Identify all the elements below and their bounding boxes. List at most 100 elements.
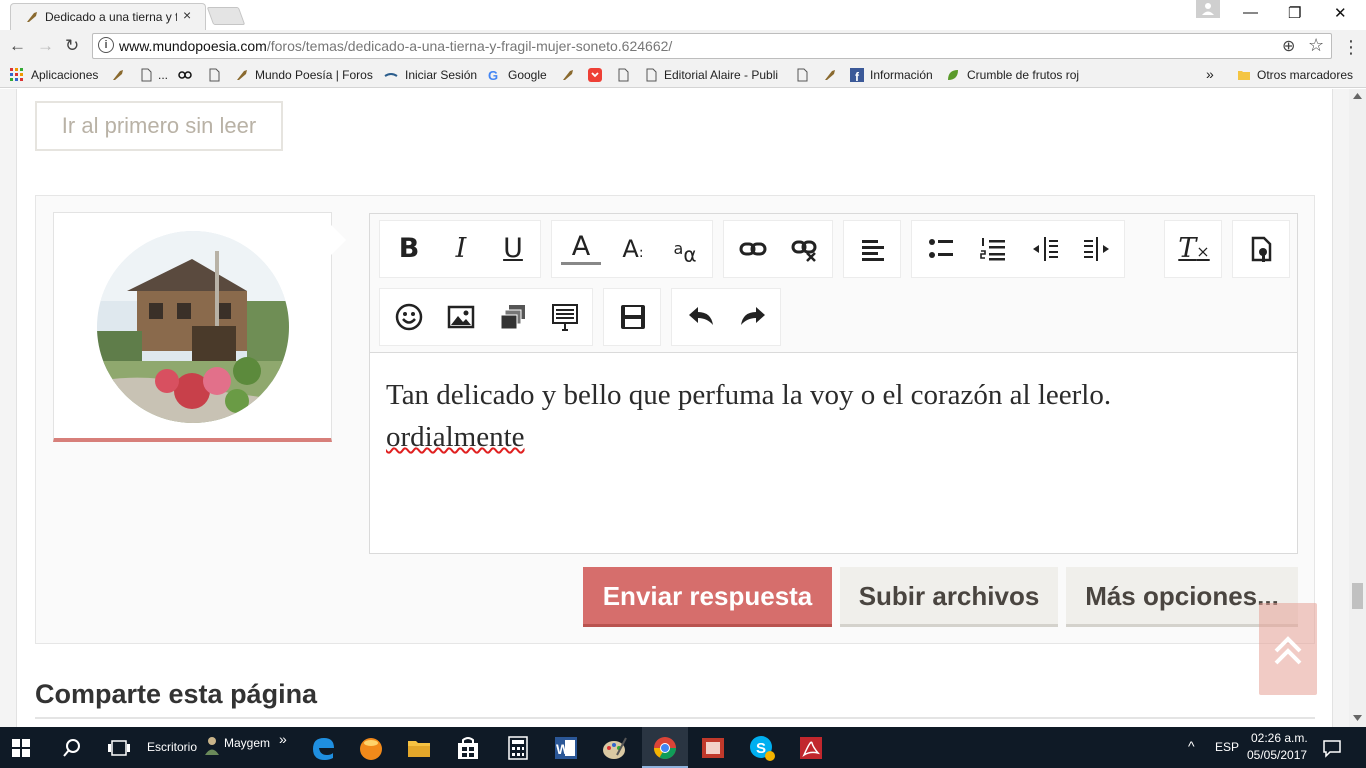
media-button[interactable] <box>493 297 533 337</box>
tab-close-icon[interactable]: × <box>183 7 191 23</box>
font-family-button[interactable]: aα <box>665 229 705 269</box>
restore-button[interactable]: ❐ <box>1288 4 1301 22</box>
bookmark-crumble[interactable]: Crumble de frutos roj <box>967 68 1083 82</box>
browser-tab-active[interactable]: Dedicado a una tierna y f × <box>10 3 206 30</box>
desktop-toolbar-label[interactable]: Escritorio <box>147 740 197 754</box>
numbered-list-button[interactable] <box>973 229 1013 269</box>
apps-grid-icon[interactable] <box>10 68 24 82</box>
font-color-button[interactable]: A <box>561 229 601 265</box>
windows-start-icon[interactable] <box>12 739 30 757</box>
login-bookmark-icon[interactable] <box>384 68 398 82</box>
reload-icon[interactable]: ↻ <box>65 36 79 56</box>
bold-button[interactable]: B <box>389 229 429 269</box>
tray-expand-icon[interactable]: ^ <box>1188 738 1195 754</box>
taskbar-user-label[interactable]: Maygem <box>224 736 270 750</box>
page-bookmark-icon[interactable] <box>139 68 153 82</box>
tripadvisor-icon[interactable] <box>178 68 192 82</box>
quill-bookmark-icon[interactable] <box>111 68 125 82</box>
bookmark-iniciar-sesion[interactable]: Iniciar Sesión <box>405 68 477 82</box>
clock-date[interactable]: 05/05/2017 <box>1247 748 1307 762</box>
italic-button[interactable]: I <box>441 229 481 269</box>
new-tab-button[interactable] <box>206 7 246 25</box>
save-draft-button[interactable] <box>613 297 653 337</box>
zoom-icon[interactable]: ⊕ <box>1282 36 1295 56</box>
bookmark-google[interactable]: Google <box>508 68 547 82</box>
skype-icon[interactable]: S <box>749 735 775 761</box>
google-icon[interactable]: G <box>487 68 501 82</box>
bbcode-toggle-button[interactable] <box>1242 229 1282 269</box>
orange-app-icon[interactable] <box>358 735 384 761</box>
chrome-menu-icon[interactable]: ⋮ <box>1342 37 1360 58</box>
acrobat-icon[interactable] <box>798 735 824 761</box>
undo-button[interactable] <box>681 297 721 337</box>
rich-text-editor[interactable]: B I U A A: aα T× Tan delicado y bello qu… <box>369 213 1298 554</box>
bookmark-apps[interactable]: Aplicaciones <box>31 68 98 82</box>
site-info-icon[interactable]: i <box>98 37 114 53</box>
quill-bookmark-icon-2[interactable] <box>235 68 249 82</box>
scroll-down-arrow-icon[interactable] <box>1353 715 1362 721</box>
paint-icon[interactable] <box>601 735 627 761</box>
profile-icon[interactable] <box>1196 0 1220 18</box>
notifications-icon[interactable] <box>1322 738 1342 758</box>
calculator-icon[interactable] <box>505 735 531 761</box>
font-group: A A: aα <box>551 220 713 278</box>
underline-button[interactable]: U <box>493 229 533 269</box>
insert-block-button[interactable] <box>545 297 585 337</box>
bookmarks-overflow-icon[interactable]: » <box>1206 66 1214 82</box>
upload-files-button[interactable]: Subir archivos <box>840 567 1058 627</box>
bookmark-ellipsis[interactable]: ... <box>158 68 168 82</box>
send-reply-button[interactable]: Enviar respuesta <box>583 567 832 627</box>
page-bookmark-icon-3[interactable] <box>616 68 630 82</box>
page-scrollbar[interactable] <box>1349 89 1366 727</box>
font-size-button[interactable]: A: <box>613 229 653 269</box>
avatar[interactable] <box>97 231 289 423</box>
bookmark-editorial-alaire[interactable]: Editorial Alaire - Publi <box>664 68 780 82</box>
page-bookmark-icon-2[interactable] <box>207 68 221 82</box>
taskbar-expand-icon[interactable]: » <box>279 731 287 747</box>
scrollbar-thumb[interactable] <box>1352 583 1363 609</box>
minimize-button[interactable]: — <box>1243 4 1258 21</box>
bullet-list-button[interactable] <box>921 229 961 269</box>
smilie-button[interactable] <box>389 297 429 337</box>
scroll-up-arrow-icon[interactable] <box>1353 93 1362 99</box>
back-icon[interactable]: ← <box>9 36 26 56</box>
page-bookmark-icon-4[interactable] <box>644 68 658 82</box>
forward-icon[interactable]: → <box>37 36 54 56</box>
link-button[interactable] <box>733 229 773 269</box>
folder-icon[interactable] <box>1237 68 1251 82</box>
task-view-icon[interactable] <box>108 739 130 757</box>
align-button[interactable] <box>853 229 893 269</box>
facebook-icon[interactable]: f <box>850 68 864 82</box>
quill-bookmark-icon-4[interactable] <box>823 68 837 82</box>
file-explorer-icon[interactable] <box>406 735 432 761</box>
go-first-unread-button[interactable]: Ir al primero sin leer <box>35 101 283 151</box>
outdent-button[interactable] <box>1025 229 1065 269</box>
pocket-icon[interactable] <box>588 68 602 82</box>
window-close-button[interactable]: ✕ <box>1334 4 1347 22</box>
bookmark-mundo-poesia[interactable]: Mundo Poesía | Foros <box>255 68 373 82</box>
remove-format-button[interactable]: T× <box>1174 229 1214 269</box>
redo-button[interactable] <box>733 297 773 337</box>
bookmark-star-icon[interactable]: ☆ <box>1308 35 1324 56</box>
word-icon[interactable]: W <box>553 735 579 761</box>
indent-button[interactable] <box>1077 229 1117 269</box>
user-avatar-taskbar-icon[interactable] <box>204 736 220 756</box>
unlink-button[interactable] <box>785 229 825 269</box>
image-button[interactable] <box>441 297 481 337</box>
address-bar[interactable]: i www.mundopoesia.com/foros/temas/dedica… <box>92 33 1332 59</box>
store-icon[interactable] <box>455 735 481 761</box>
editor-content[interactable]: Tan delicado y bello que perfuma la voy … <box>386 374 1266 458</box>
chrome-icon[interactable] <box>652 735 678 761</box>
edge-icon[interactable] <box>310 735 336 761</box>
search-icon[interactable] <box>62 738 82 758</box>
input-language[interactable]: ESP <box>1215 740 1239 754</box>
leaf-bookmark-icon[interactable] <box>946 68 960 82</box>
bookmark-informacion[interactable]: Información <box>870 68 933 82</box>
quill-bookmark-icon-3[interactable] <box>561 68 575 82</box>
insert-group <box>379 288 593 346</box>
scroll-to-top-button[interactable] <box>1259 603 1317 695</box>
presentation-app-icon[interactable] <box>700 735 726 761</box>
clock-time[interactable]: 02:26 a.m. <box>1251 731 1308 745</box>
page-bookmark-icon-5[interactable] <box>795 68 809 82</box>
bookmark-otros-marcadores[interactable]: Otros marcadores <box>1257 68 1353 82</box>
